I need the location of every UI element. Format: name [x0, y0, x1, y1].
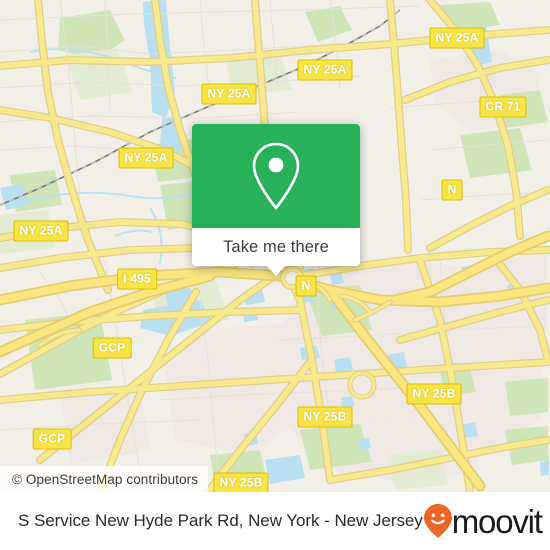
map-attribution[interactable]: © OpenStreetMap contributors	[0, 466, 209, 492]
route-shield: NY 25A	[13, 220, 69, 242]
route-shield: NY 25A	[297, 59, 353, 81]
route-shield: NY 25B	[297, 406, 353, 428]
route-shield: N	[295, 275, 317, 297]
moovit-wordmark: moovit	[451, 502, 543, 540]
footer-bar: S Service New Hyde Park Rd, New York - N…	[0, 492, 550, 550]
take-me-there-button[interactable]: Take me there	[192, 228, 360, 276]
moovit-pin-icon	[423, 504, 452, 538]
take-me-there-label: Take me there	[223, 237, 329, 256]
attribution-text: © OpenStreetMap contributors	[12, 471, 199, 487]
route-shield: NY 25B	[213, 472, 269, 492]
card-pin-panel	[192, 124, 360, 228]
route-shield: CR 71	[479, 96, 527, 118]
route-shield: NY 25B	[406, 383, 462, 405]
route-shield: GCP	[32, 428, 72, 450]
route-shield: GCP	[92, 337, 132, 359]
route-shield: N	[441, 179, 463, 201]
location-title: S Service New Hyde Park Rd, New York - N…	[18, 511, 423, 530]
place-callout-card[interactable]: Take me there	[192, 124, 360, 276]
callout-tail	[266, 265, 286, 276]
moovit-map-screen: .water { fill:#b9dff0; } .park { fill:#c…	[0, 0, 550, 550]
route-shield: NY 25A	[429, 27, 485, 49]
moovit-logo[interactable]: moovit	[423, 502, 543, 540]
route-shield: NY 25A	[118, 147, 174, 169]
route-shield: NY 25A	[201, 83, 257, 105]
route-shield: I 495	[117, 268, 157, 290]
map-pin-icon	[252, 142, 300, 211]
